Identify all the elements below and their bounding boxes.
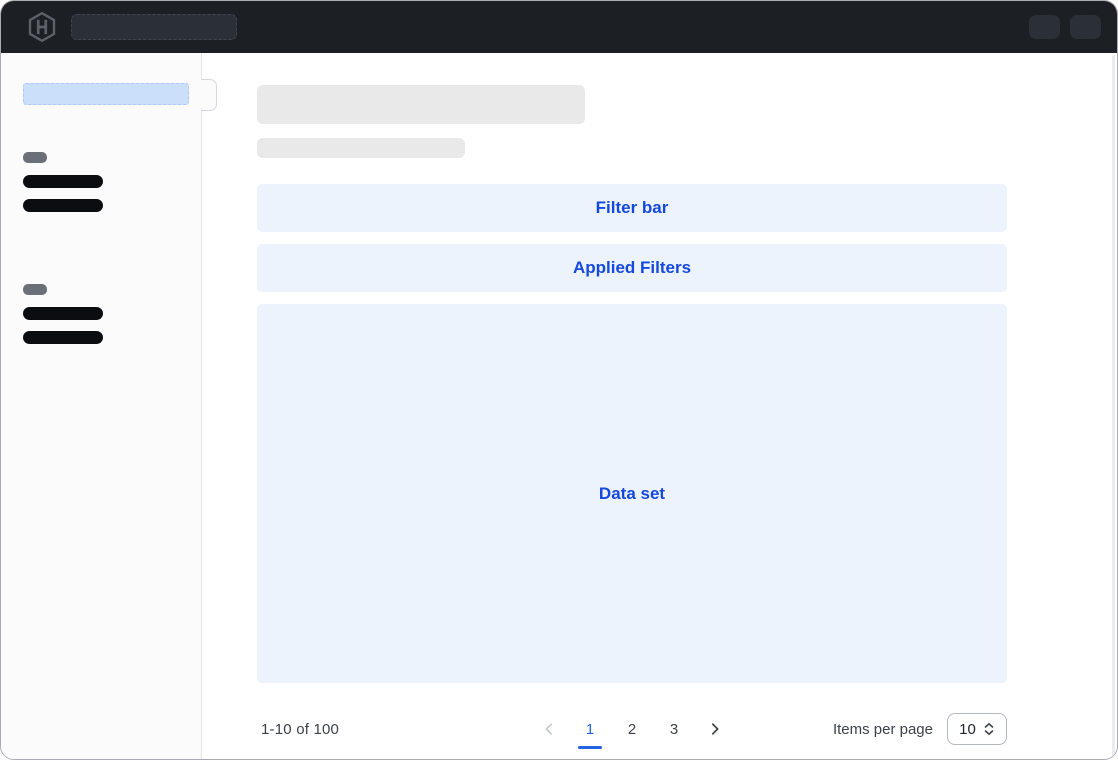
sidebar-group-title-skeleton [23,284,47,295]
sidebar-toggle-handle[interactable] [201,79,217,111]
hashicorp-logo[interactable] [25,10,59,44]
nav-action-button-2[interactable] [1070,15,1101,39]
sidebar [1,53,202,760]
page-button-1[interactable]: 1 [577,711,603,747]
items-per-page-select[interactable]: 10 [947,713,1007,745]
page-title-skeleton [257,85,585,124]
items-per-page-label: Items per page [833,721,933,738]
nav-search-placeholder[interactable] [71,14,237,40]
items-per-page: Items per page 10 [833,713,1007,745]
data-set-label: Data set [599,484,665,504]
items-per-page-value: 10 [959,721,976,738]
page-subtitle-skeleton [257,138,465,158]
applied-filters-label: Applied Filters [573,258,691,278]
page-button-2[interactable]: 2 [619,711,645,747]
sidebar-link-skeleton[interactable] [23,199,103,212]
pagination-pages: 1 2 3 [537,711,727,747]
chevron-left-icon[interactable] [537,711,561,747]
page-button-3[interactable]: 3 [661,711,687,747]
scrollbar-track[interactable] [1112,55,1115,757]
main-content: Filter bar Applied Filters Data set 1-10… [202,53,1117,760]
chevron-right-icon[interactable] [703,711,727,747]
nav-actions [1029,15,1101,39]
unfold-chevrons-icon [983,722,995,736]
sidebar-group-title-skeleton [23,152,47,163]
top-nav [1,1,1117,53]
sidebar-link-skeleton[interactable] [23,307,103,320]
sidebar-link-skeleton[interactable] [23,331,103,344]
sidebar-nav-group-2 [23,284,201,344]
data-set-section: Data set [257,304,1007,683]
filter-bar-label: Filter bar [596,198,669,218]
sidebar-link-skeleton[interactable] [23,175,103,188]
sidebar-active-item-skeleton[interactable] [23,83,189,105]
sidebar-nav-group-1 [23,152,201,212]
pagination-range: 1-10 of 100 [257,721,339,738]
app-window: Filter bar Applied Filters Data set 1-10… [0,0,1118,760]
app-body: Filter bar Applied Filters Data set 1-10… [1,53,1117,760]
applied-filters-section: Applied Filters [257,244,1007,292]
hashicorp-logo-icon [27,12,57,42]
filter-bar-section: Filter bar [257,184,1007,232]
pagination-bar: 1-10 of 100 1 2 3 [257,711,1007,747]
nav-action-button-1[interactable] [1029,15,1060,39]
